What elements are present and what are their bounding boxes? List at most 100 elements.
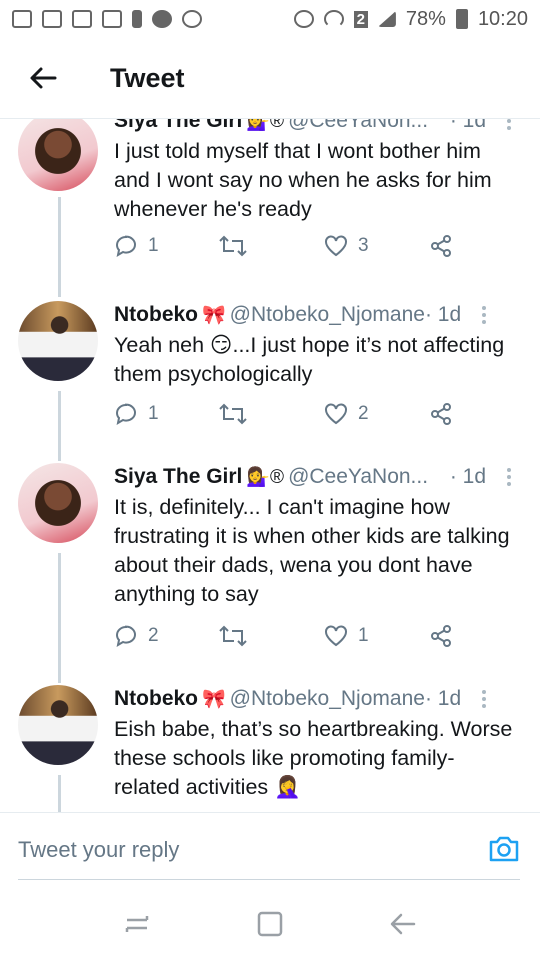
like-count: 1 xyxy=(358,625,369,646)
heart-icon xyxy=(325,403,347,425)
display-name[interactable]: Ntobeko xyxy=(114,303,198,327)
more-options-icon[interactable] xyxy=(473,690,495,708)
notification-icons xyxy=(12,10,202,28)
like-button[interactable]: 1 xyxy=(324,625,429,647)
back-arrow-icon xyxy=(30,67,57,89)
tweet[interactable]: Siya The Girl 💁‍♀️® @CeeYaNon... · 1d It… xyxy=(0,461,540,683)
instagram-icon xyxy=(42,10,62,28)
system-nav-bar xyxy=(0,892,540,960)
display-name[interactable]: Siya The Girl xyxy=(114,465,242,489)
reply-bar: Tweet your reply xyxy=(0,812,540,892)
timestamp: · 1d xyxy=(424,687,462,710)
reply-button[interactable]: 2 xyxy=(114,624,219,648)
tweet[interactable]: Siya The Girl 💁‍♀️® @CeeYaNon... · 1d I … xyxy=(0,118,540,297)
more-options-icon[interactable] xyxy=(498,119,520,130)
tweet-meta: Ntobeko 🎀 @Ntobeko_Njomane · 1d xyxy=(114,685,520,713)
retweet-button[interactable] xyxy=(219,235,324,257)
chat-icon xyxy=(12,10,32,28)
thread-line xyxy=(58,775,61,812)
share-button[interactable] xyxy=(429,624,469,648)
timestamp: · 1d xyxy=(449,465,486,488)
tweet-content: Siya The Girl 💁‍♀️® @CeeYaNon... · 1d I … xyxy=(114,118,520,224)
tweet-content: Ntobeko 🎀 @Ntobeko_Njomane · 1d Eish bab… xyxy=(114,685,520,802)
like-button[interactable]: 2 xyxy=(324,403,429,425)
reply-underline xyxy=(18,879,520,880)
tweet[interactable]: Ntobeko 🎀 @Ntobeko_Njomane · 1d Yeah neh… xyxy=(0,299,540,461)
timestamp: · 1d xyxy=(424,303,462,326)
tweet-text: Eish babe, that’s so heartbreaking. Wors… xyxy=(114,717,513,799)
reply-input[interactable]: Tweet your reply xyxy=(18,837,179,863)
battery-percent: 78% xyxy=(405,7,446,30)
more-options-icon[interactable] xyxy=(473,306,495,324)
reply-button[interactable]: 1 xyxy=(114,402,219,426)
share-button[interactable] xyxy=(429,402,469,426)
retweet-icon xyxy=(219,625,247,647)
name-emoji: 🎀 xyxy=(202,305,226,326)
download-icon xyxy=(132,10,142,28)
display-name[interactable]: Siya The Girl xyxy=(114,119,242,133)
timestamp: · 1d xyxy=(449,118,486,132)
app-header: Tweet xyxy=(0,38,540,118)
thread-line xyxy=(58,553,61,683)
tweet-actions: 2 1 xyxy=(114,621,484,651)
tweet-meta: Ntobeko 🎀 @Ntobeko_Njomane · 1d xyxy=(114,301,520,329)
share-icon xyxy=(431,235,451,257)
tweet-meta: Siya The Girl 💁‍♀️® @CeeYaNon... · 1d xyxy=(114,463,520,491)
thread-line xyxy=(58,391,61,461)
user-handle[interactable]: @Ntobeko_Njomane xyxy=(230,303,425,327)
heart-icon xyxy=(325,625,347,647)
retweet-icon xyxy=(219,235,247,257)
avatar[interactable] xyxy=(18,463,98,543)
home-icon xyxy=(257,911,283,936)
avatar[interactable] xyxy=(18,119,98,191)
name-emoji: 🎀 xyxy=(202,689,226,710)
back-button[interactable] xyxy=(0,38,86,118)
wifi-icon xyxy=(323,10,344,28)
tweet-content: Ntobeko 🎀 @Ntobeko_Njomane · 1d Yeah neh… xyxy=(114,301,520,426)
tweet-thread[interactable]: Siya The Girl 💁‍♀️® @CeeYaNon... · 1d I … xyxy=(0,118,540,812)
reply-count: 1 xyxy=(148,235,159,256)
reply-count: 1 xyxy=(148,403,159,424)
user-handle[interactable]: @CeeYaNon... xyxy=(288,465,428,489)
reply-icon xyxy=(115,235,136,258)
image-icon xyxy=(102,10,122,28)
page-title: Tweet xyxy=(110,62,185,93)
name-emoji: 💁‍♀️® xyxy=(246,467,285,488)
display-name[interactable]: Ntobeko xyxy=(114,687,198,711)
sim-badge: 2 xyxy=(353,10,368,28)
back-nav-button[interactable] xyxy=(389,910,417,943)
settings-icon xyxy=(182,10,202,28)
battery-icon xyxy=(455,9,468,29)
heart-icon xyxy=(325,235,347,257)
home-button[interactable] xyxy=(256,910,284,943)
share-button[interactable] xyxy=(429,234,469,258)
retweet-icon xyxy=(219,403,247,425)
user-handle[interactable]: @CeeYaNon... xyxy=(288,119,428,133)
tweet[interactable]: Ntobeko 🎀 @Ntobeko_Njomane · 1d Eish bab… xyxy=(0,683,540,812)
camera-icon xyxy=(489,836,519,862)
share-icon xyxy=(431,625,451,647)
reply-button[interactable]: 1 xyxy=(114,234,219,258)
retweet-button[interactable] xyxy=(219,403,324,425)
user-handle[interactable]: @Ntobeko_Njomane xyxy=(230,687,425,711)
signal-icon xyxy=(377,11,396,27)
back-nav-icon xyxy=(391,913,416,934)
camera-button[interactable] xyxy=(488,835,520,868)
more-options-icon[interactable] xyxy=(498,468,520,486)
like-count: 3 xyxy=(358,235,369,256)
retweet-button[interactable] xyxy=(219,625,324,647)
record-icon xyxy=(152,10,172,28)
avatar[interactable] xyxy=(18,685,98,765)
tweet-content: Siya The Girl 💁‍♀️® @CeeYaNon... · 1d It… xyxy=(114,463,520,648)
name-emoji: 💁‍♀️® xyxy=(246,118,285,132)
tweet-text: It is, definitely... I can't imagine how… xyxy=(114,495,510,606)
tweet-actions: 1 3 xyxy=(114,231,484,261)
recents-button[interactable] xyxy=(123,912,151,941)
recents-icon xyxy=(125,915,148,932)
screenshot-icon xyxy=(72,10,92,28)
reply-icon xyxy=(115,403,136,426)
avatar[interactable] xyxy=(18,301,98,381)
tweet-actions: 1 2 xyxy=(114,399,484,429)
tweet-text: Yeah neh 😏...I just hope it’s not affect… xyxy=(114,333,505,386)
like-button[interactable]: 3 xyxy=(324,235,429,257)
